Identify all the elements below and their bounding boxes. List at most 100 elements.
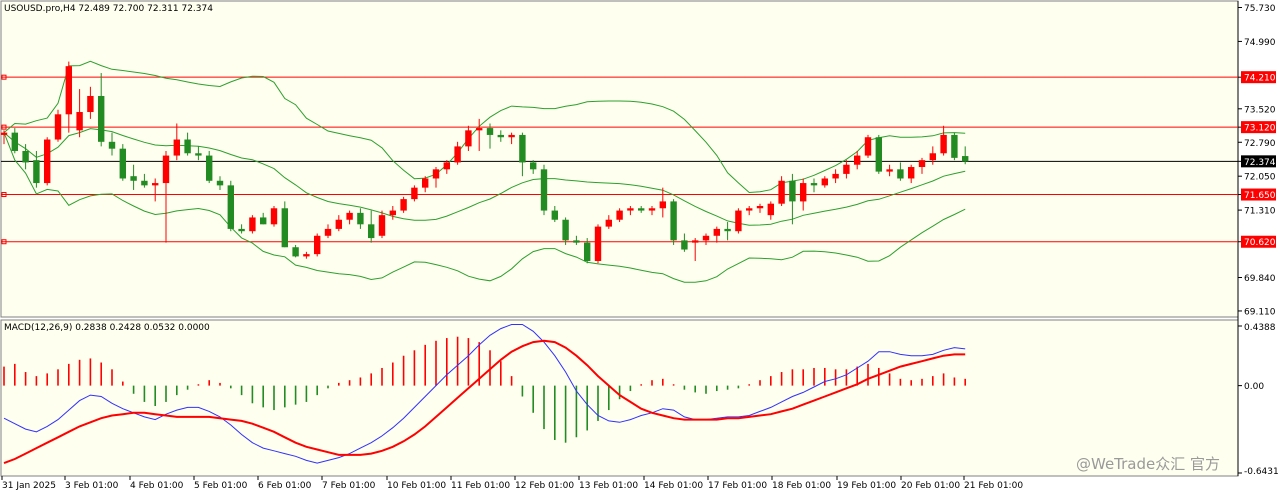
candle-body[interactable] — [227, 185, 234, 229]
candle-body[interactable] — [616, 210, 623, 220]
candle-body[interactable] — [940, 134, 947, 154]
candle-body[interactable] — [756, 205, 764, 209]
candle-body[interactable] — [486, 128, 494, 135]
candle-body[interactable] — [789, 180, 796, 202]
candle-body[interactable] — [951, 134, 958, 158]
candle-body[interactable] — [249, 217, 256, 232]
candle-body[interactable] — [357, 212, 364, 225]
candle-body[interactable] — [810, 183, 818, 186]
candle-body[interactable] — [897, 169, 904, 179]
candle-body[interactable] — [152, 183, 159, 186]
candle-body[interactable] — [119, 148, 126, 179]
candle-body[interactable] — [292, 247, 299, 257]
candle-body[interactable] — [76, 112, 83, 131]
candle-body[interactable] — [497, 134, 504, 138]
candle-body[interactable] — [530, 162, 537, 170]
candle-body[interactable] — [875, 137, 882, 172]
candle-body[interactable] — [605, 219, 612, 227]
candle-body[interactable] — [821, 178, 828, 186]
candle-body[interactable] — [173, 139, 180, 156]
candle-body[interactable] — [659, 201, 666, 209]
candle-body[interactable] — [746, 208, 753, 211]
time-tick-label: 12 Feb 01:00 — [515, 481, 574, 491]
candle-body[interactable] — [195, 153, 202, 156]
price-level-label: 72.374 — [1244, 158, 1276, 168]
time-tick-label: 14 Feb 01:00 — [644, 481, 703, 491]
candle-body[interactable] — [627, 208, 634, 211]
candle-body[interactable] — [551, 210, 558, 220]
candle-body[interactable] — [216, 180, 224, 186]
candle-body[interactable] — [918, 160, 926, 168]
candle-body[interactable] — [638, 208, 645, 211]
candle-body[interactable] — [260, 217, 267, 225]
candle-body[interactable] — [962, 156, 969, 162]
chart-canvas[interactable]: 75.730 74.990 74.210 73.520 73.120 72.790 72.3… — [0, 0, 1280, 493]
candle-body[interactable] — [767, 203, 774, 216]
candle-body[interactable] — [44, 139, 51, 184]
price-tick-label: 72.050 — [1244, 173, 1276, 183]
candle-body[interactable] — [929, 153, 936, 161]
candle-body[interactable] — [724, 228, 731, 232]
candle-body[interactable] — [162, 155, 170, 184]
candle-body[interactable] — [87, 95, 94, 113]
candle-body[interactable] — [519, 134, 526, 163]
candle-body[interactable] — [702, 235, 710, 241]
candle-body[interactable] — [800, 183, 807, 202]
candle-body[interactable] — [573, 240, 580, 243]
candle-body[interactable] — [98, 95, 105, 142]
price-level-label: 74.210 — [1244, 74, 1276, 84]
candle-body[interactable] — [11, 132, 18, 151]
candle-body[interactable] — [540, 169, 548, 211]
candle-body[interactable] — [65, 66, 72, 115]
candle-body[interactable] — [206, 155, 213, 181]
candle-body[interactable] — [411, 187, 418, 200]
candle-body[interactable] — [346, 212, 353, 220]
candle-body[interactable] — [335, 219, 342, 229]
candle-body[interactable] — [0, 132, 8, 135]
candle-body[interactable] — [22, 150, 29, 163]
candle-body[interactable] — [443, 162, 450, 170]
candle-body[interactable] — [908, 167, 915, 179]
candle-body[interactable] — [562, 219, 569, 241]
candle-body[interactable] — [864, 137, 872, 156]
candle-body[interactable] — [378, 215, 386, 236]
candle-body[interactable] — [432, 169, 440, 179]
candle-body[interactable] — [670, 201, 677, 241]
candle-body[interactable] — [270, 208, 278, 225]
candle-body[interactable] — [324, 228, 332, 236]
candle-body[interactable] — [508, 134, 515, 138]
candle-body[interactable] — [400, 199, 407, 211]
candle-body[interactable] — [648, 208, 656, 211]
candle-body[interactable] — [713, 228, 720, 236]
candle-body[interactable] — [314, 235, 321, 255]
watermark: @WeTrade众汇 官方 — [1076, 455, 1220, 473]
candle-body[interactable] — [108, 141, 116, 149]
candle-body[interactable] — [389, 210, 396, 216]
candle-body[interactable] — [692, 240, 699, 243]
candle-body[interactable] — [778, 180, 785, 204]
candle-body[interactable] — [33, 160, 40, 184]
candle-body[interactable] — [584, 242, 591, 261]
candle-body[interactable] — [454, 146, 461, 163]
candle-body[interactable] — [303, 254, 310, 257]
price-tick-label: 75.730 — [1244, 4, 1276, 14]
candle-body[interactable] — [843, 164, 850, 174]
candle-body[interactable] — [422, 178, 429, 188]
candle-body[interactable] — [681, 240, 688, 250]
candle-body[interactable] — [735, 210, 742, 232]
price-tick-label: 71.310 — [1244, 207, 1276, 217]
candle-body[interactable] — [54, 114, 62, 140]
candle-body[interactable] — [886, 169, 893, 172]
candle-body[interactable] — [854, 155, 861, 165]
candle-body[interactable] — [832, 173, 839, 179]
candle-body[interactable] — [368, 224, 375, 239]
candle-body[interactable] — [465, 130, 472, 147]
price-panel[interactable] — [0, 0, 1239, 318]
candle-body[interactable] — [594, 226, 602, 261]
candle-body[interactable] — [184, 139, 191, 154]
candle-body[interactable] — [281, 208, 288, 248]
candle-body[interactable] — [238, 228, 245, 232]
candle-body[interactable] — [130, 176, 137, 181]
candle-body[interactable] — [476, 128, 483, 131]
candle-body[interactable] — [141, 180, 148, 186]
